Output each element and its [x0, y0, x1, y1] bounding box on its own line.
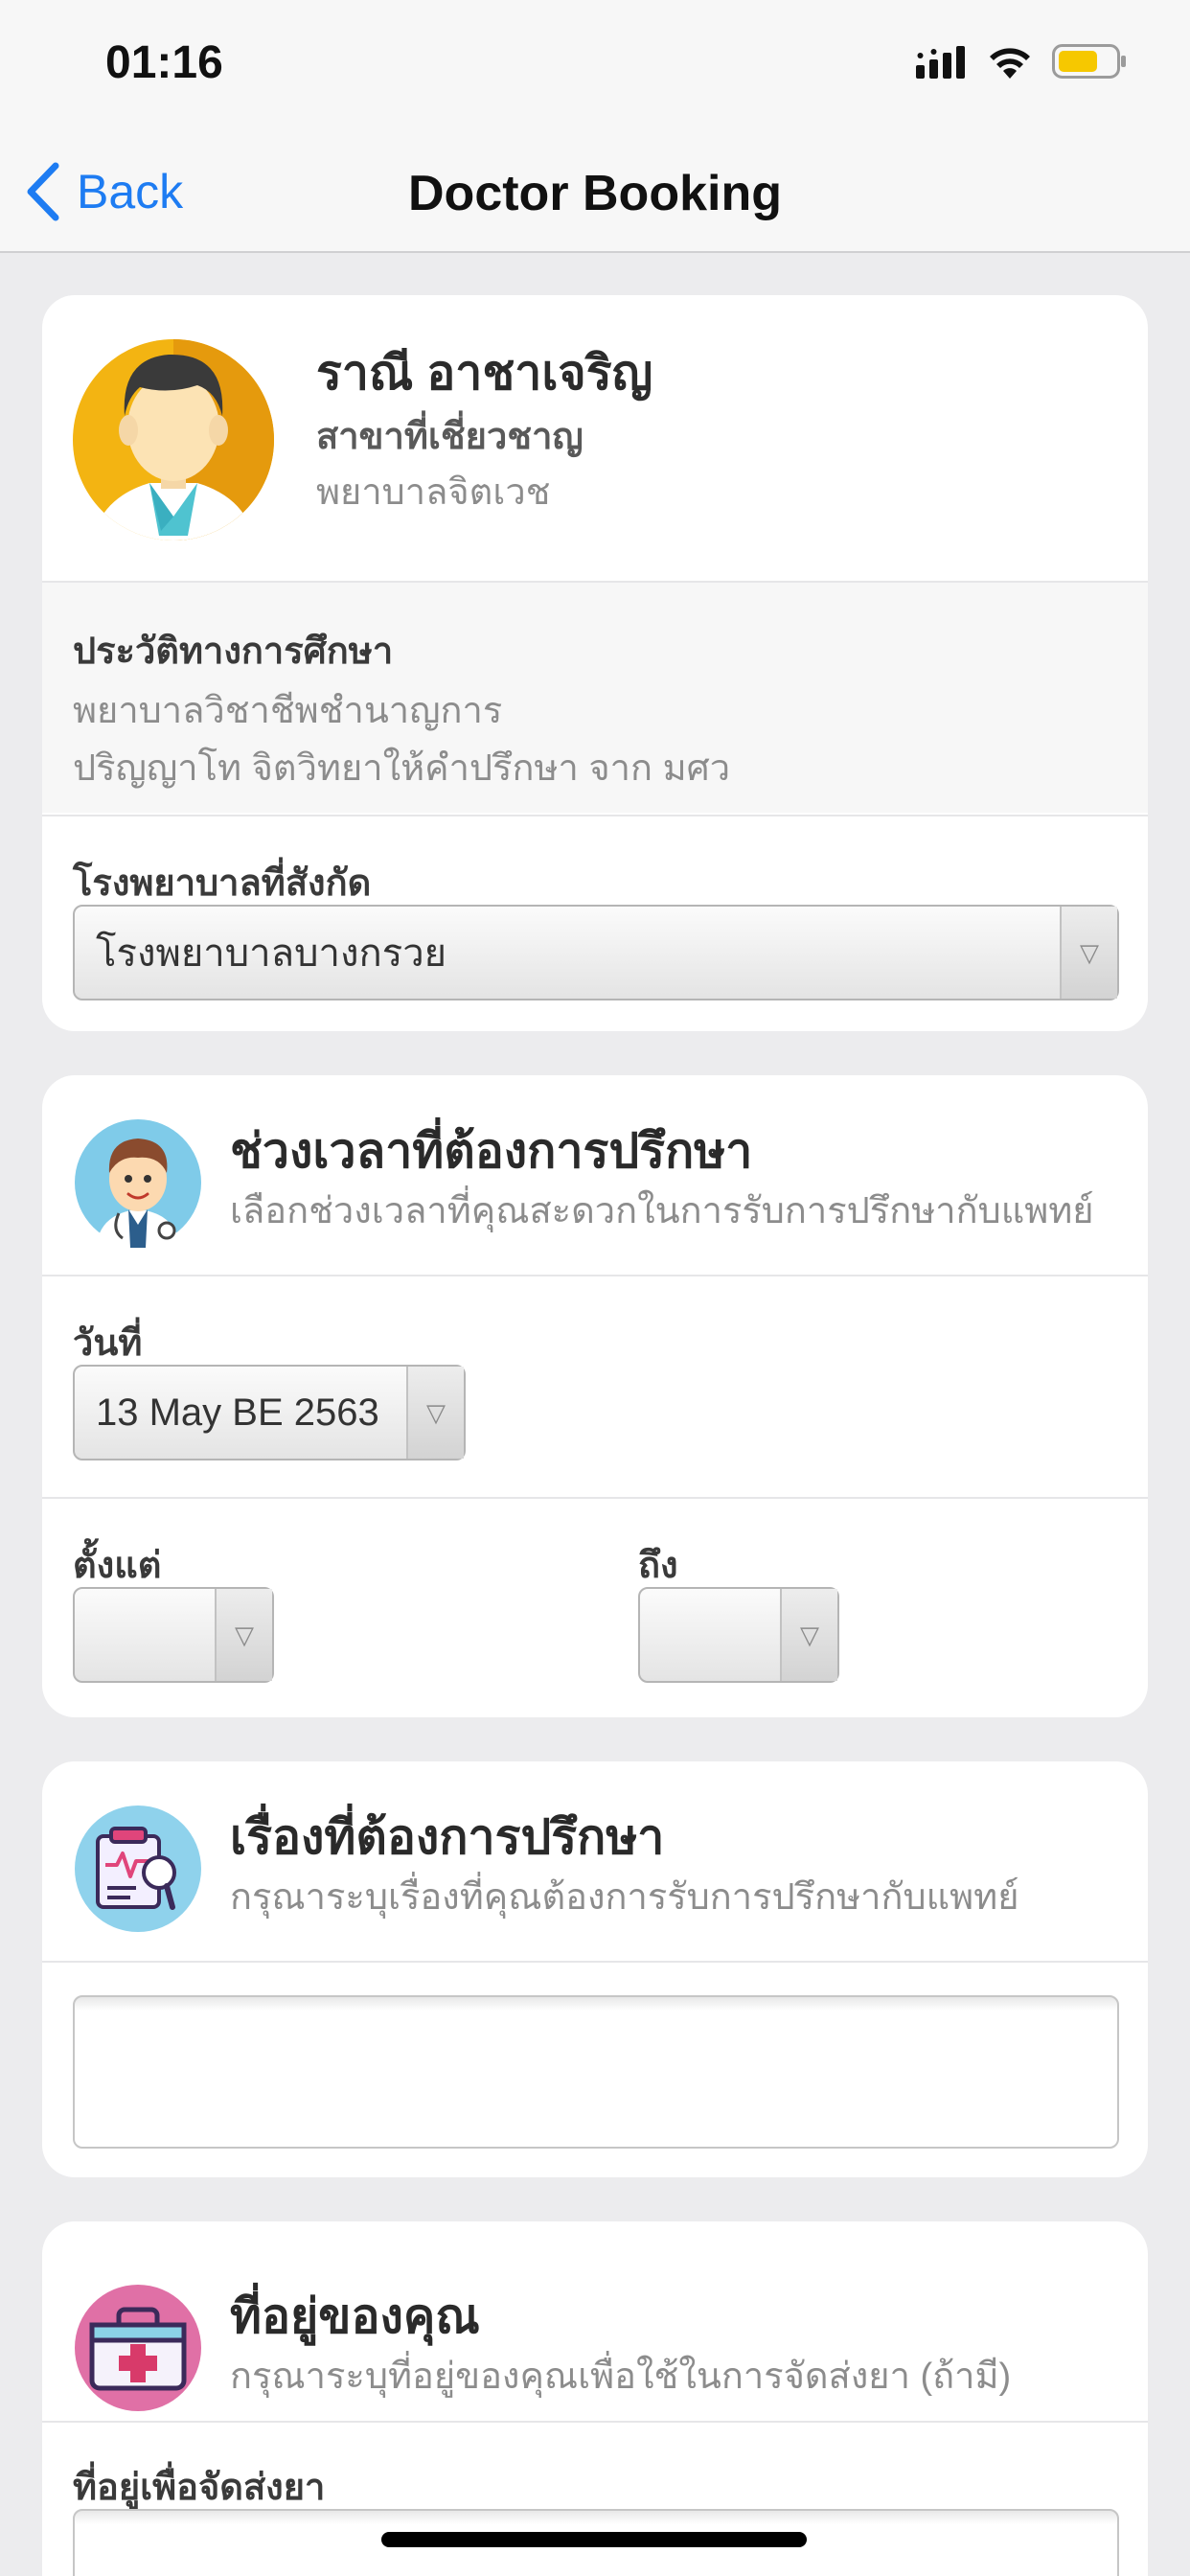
- hospital-select[interactable]: โรงพยาบาลบางกรวย ▽: [73, 905, 1119, 1000]
- time-slot-card: ช่วงเวลาที่ต้องการปรึกษา เลือกช่วงเวลาที…: [42, 1075, 1148, 1717]
- specialty-label: สาขาที่เชี่ยวชาญ: [316, 417, 584, 457]
- status-time: 01:16: [105, 37, 223, 88]
- doctor-character-icon: [75, 1119, 201, 1248]
- hospital-label: โรงพยาบาลที่สังกัด: [73, 863, 372, 904]
- to-time-select[interactable]: ▽: [638, 1587, 839, 1683]
- specialty-value: พยาบาลจิตเวช: [316, 472, 551, 513]
- triangle-down-icon: ▽: [1060, 907, 1117, 999]
- date-select[interactable]: 13 May BE 2563 ▽: [73, 1365, 466, 1460]
- battery-icon: [1052, 44, 1126, 79]
- address-field-label: ที่อยู่เพื่อจัดส่งยา: [73, 2468, 326, 2508]
- wifi-icon: [990, 48, 1030, 79]
- from-time-select[interactable]: ▽: [73, 1587, 274, 1683]
- doctor-avatar-icon: [73, 339, 274, 540]
- divider: [42, 815, 1148, 816]
- cellular-signal-icon: [916, 46, 965, 79]
- hospital-select-value: โรงพยาบาลบางกรวย: [96, 932, 447, 975]
- medical-report-icon: [75, 1806, 201, 1932]
- topic-section-title: เรื่องที่ต้องการปรึกษา: [230, 1810, 665, 1864]
- consult-topic-card: เรื่องที่ต้องการปรึกษา กรุณาระบุเรื่องที…: [42, 1761, 1148, 2177]
- education-line-2: ปริญญาโท จิตวิทยาให้คำปรึกษา จาก มศว: [73, 748, 731, 789]
- topic-section-subtitle: กรุณาระบุเรื่องที่คุณต้องการรับการปรึกษา…: [230, 1877, 1019, 1918]
- topic-textarea[interactable]: [73, 1995, 1119, 2149]
- triangle-down-icon: ▽: [406, 1367, 464, 1459]
- address-section-subtitle: กรุณาระบุที่อยู่ของคุณเพื่อใช้ในการจัดส่…: [230, 2357, 1012, 2397]
- to-time-label: ถึง: [638, 1546, 678, 1586]
- navigation-bar: Back Doctor Booking: [0, 126, 1190, 253]
- triangle-down-icon: ▽: [215, 1589, 272, 1681]
- education-section: ประวัติทางการศึกษา พยาบาลวิชาชีพชำนาญการ…: [42, 583, 1148, 813]
- divider: [42, 1497, 1148, 1499]
- first-aid-kit-icon: [75, 2285, 201, 2411]
- doctor-profile-card: ราณี อาชาเจริญ สาขาที่เชี่ยวชาญ พยาบาลจิ…: [42, 295, 1148, 1031]
- triangle-down-icon: ▽: [780, 1589, 837, 1681]
- home-indicator: [381, 2532, 807, 2547]
- address-card: ที่อยู่ของคุณ กรุณาระบุที่อยู่ของคุณเพื่…: [42, 2221, 1148, 2576]
- divider: [42, 1275, 1148, 1276]
- address-section-title: ที่อยู่ของคุณ: [230, 2289, 480, 2343]
- status-bar: 01:16: [0, 0, 1190, 126]
- doctor-name: ราณี อาชาเจริญ: [316, 346, 653, 400]
- from-time-label: ตั้งแต่: [73, 1546, 162, 1586]
- divider: [42, 2421, 1148, 2423]
- divider: [42, 1961, 1148, 1963]
- date-select-value: 13 May BE 2563: [96, 1391, 379, 1434]
- time-section-subtitle: เลือกช่วงเวลาที่คุณสะดวกในการรับการปรึกษ…: [230, 1191, 1094, 1231]
- education-label: ประวัติทางการศึกษา: [73, 632, 394, 672]
- date-label: วันที่: [73, 1323, 143, 1364]
- page-title: Doctor Booking: [408, 166, 782, 221]
- time-section-title: ช่วงเวลาที่ต้องการปรึกษา: [230, 1124, 753, 1178]
- education-line-1: พยาบาลวิชาชีพชำนาญการ: [73, 691, 503, 731]
